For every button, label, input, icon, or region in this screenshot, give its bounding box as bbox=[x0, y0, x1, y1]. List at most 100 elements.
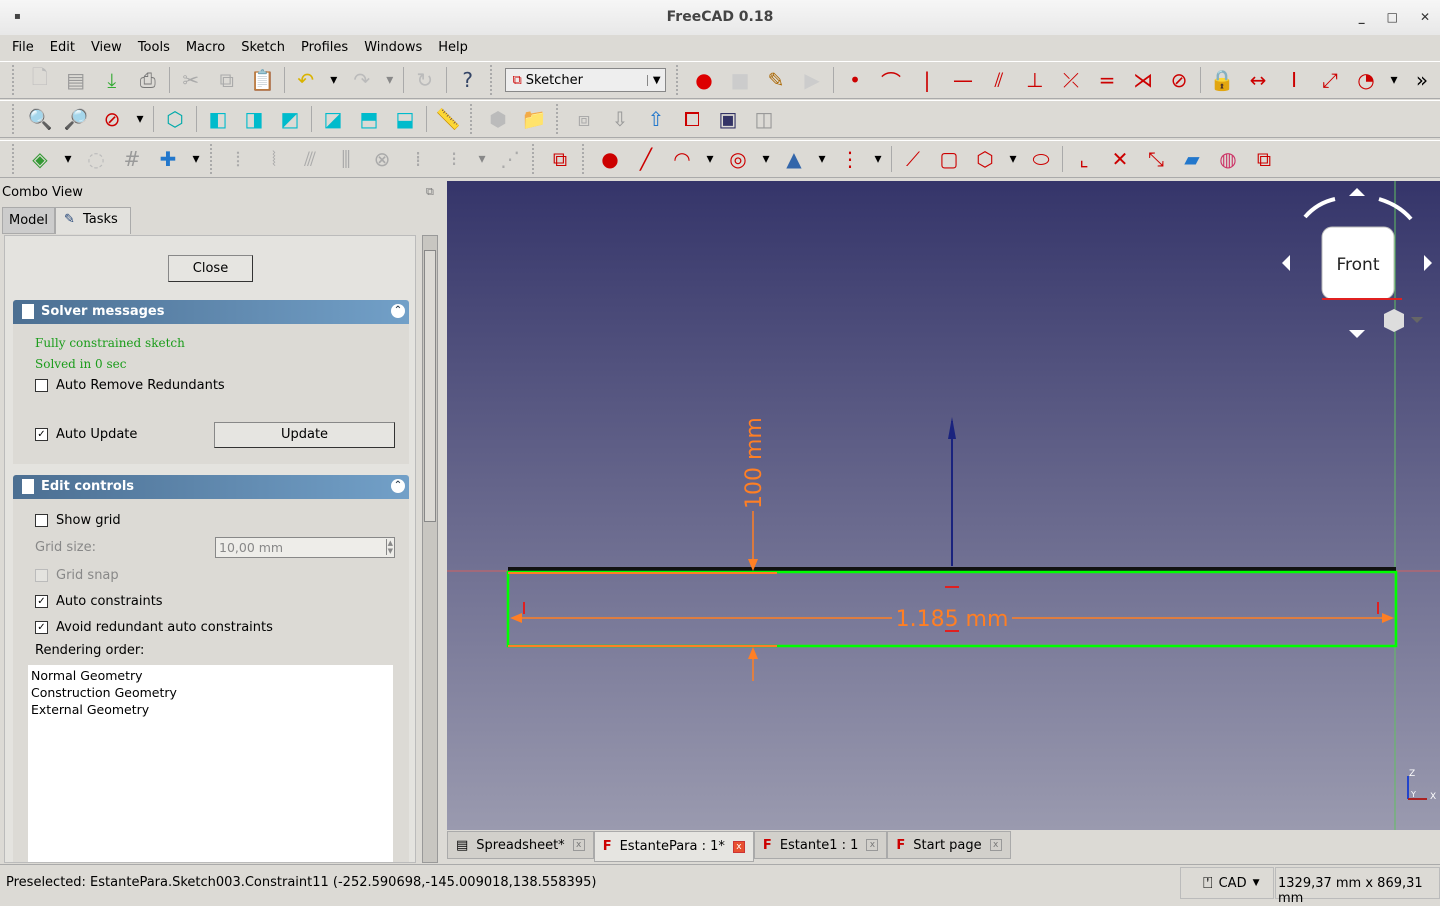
auto-remove-redundants-checkbox[interactable] bbox=[35, 379, 48, 392]
close-tab-icon[interactable]: x bbox=[989, 839, 1002, 851]
bspline-icon-3[interactable]: ⫻ bbox=[295, 144, 325, 174]
view-section-icon[interactable]: ⧠ bbox=[677, 104, 707, 134]
dropdown-icon[interactable]: ▾ bbox=[871, 144, 885, 174]
macro-stop-icon[interactable]: ■ bbox=[725, 65, 755, 95]
more-icon[interactable]: » bbox=[1407, 65, 1437, 95]
toolbar-handle[interactable] bbox=[489, 65, 496, 95]
toolbar-handle[interactable] bbox=[676, 65, 682, 95]
close-window-button[interactable]: ✕ bbox=[1420, 0, 1430, 34]
bspline-icon-7[interactable]: ⁝ bbox=[439, 144, 469, 174]
create-point-icon[interactable]: ● bbox=[595, 144, 625, 174]
grid-snap-checkbox[interactable] bbox=[35, 569, 48, 582]
create-arc-icon[interactable]: ◠ bbox=[667, 144, 697, 174]
toolbar-handle[interactable] bbox=[12, 144, 18, 174]
menu-profiles[interactable]: Profiles bbox=[293, 36, 356, 60]
3d-viewport[interactable]: 100 mm 1.185 mm Front Z Y X bbox=[447, 181, 1440, 830]
close-button[interactable]: Close bbox=[168, 255, 253, 282]
dropdown-icon[interactable]: ▾ bbox=[1387, 65, 1401, 95]
leave-sketch-icon[interactable]: ⇩ bbox=[605, 104, 635, 134]
dropdown-icon[interactable]: ▾ bbox=[133, 104, 147, 134]
create-bspline-icon[interactable]: ⋮ bbox=[835, 144, 865, 174]
list-item[interactable]: Normal Geometry bbox=[31, 667, 390, 684]
geometry-mode-icon[interactable]: ⧉ bbox=[545, 144, 575, 174]
paste-icon[interactable]: 📋 bbox=[248, 65, 278, 95]
close-tab-icon[interactable]: x bbox=[866, 839, 879, 851]
dropdown-icon[interactable]: ▾ bbox=[189, 144, 203, 174]
undo-icon[interactable]: ↶ bbox=[291, 65, 321, 95]
fit-all-icon[interactable]: 🔍 bbox=[25, 104, 55, 134]
save-icon[interactable]: ⤓ bbox=[97, 65, 127, 95]
constrain-symmetric-icon[interactable]: ⋊ bbox=[1128, 65, 1158, 95]
part-icon[interactable]: ⬢ bbox=[483, 104, 513, 134]
new-file-icon[interactable]: 🗋 bbox=[25, 65, 55, 95]
extend-icon[interactable]: ⤡ bbox=[1141, 144, 1171, 174]
bspline-icon-5[interactable]: ⊗ bbox=[367, 144, 397, 174]
menu-edit[interactable]: Edit bbox=[42, 36, 83, 60]
open-icon[interactable]: ▤ bbox=[61, 65, 91, 95]
show-grid-checkbox[interactable] bbox=[35, 514, 48, 527]
toolbar-handle[interactable] bbox=[556, 104, 562, 134]
spinner-icon[interactable]: ▲ ▼ bbox=[385, 539, 393, 555]
constrain-horizontal-distance-icon[interactable]: ↔ bbox=[1243, 65, 1273, 95]
macro-record-icon[interactable]: ● bbox=[689, 65, 719, 95]
constrain-lock-icon[interactable]: 🔒 bbox=[1207, 65, 1237, 95]
draw-style-icon[interactable]: ⊘ bbox=[97, 104, 127, 134]
constrain-radius-icon[interactable]: ◔ bbox=[1351, 65, 1381, 95]
minimize-button[interactable]: _ bbox=[1359, 0, 1365, 34]
view-right-icon[interactable]: ◩ bbox=[275, 104, 305, 134]
doc-tab-start-page[interactable]: F Start page x bbox=[887, 831, 1011, 859]
auto-constraints-checkbox[interactable]: ✓ bbox=[35, 595, 48, 608]
update-button[interactable]: Update bbox=[214, 422, 395, 448]
trim-icon[interactable]: ✕ bbox=[1105, 144, 1135, 174]
macro-edit-icon[interactable]: ✎ bbox=[761, 65, 791, 95]
menu-help[interactable]: Help bbox=[430, 36, 476, 60]
toolbar-handle[interactable] bbox=[12, 104, 18, 134]
carbon-copy-icon[interactable]: ◍ bbox=[1213, 144, 1243, 174]
menu-view[interactable]: View bbox=[83, 36, 130, 60]
constrain-equal-icon[interactable]: = bbox=[1092, 65, 1122, 95]
close-tab-icon[interactable]: x bbox=[732, 840, 745, 853]
dropdown-icon[interactable]: ▾ bbox=[703, 144, 717, 174]
menu-file[interactable]: File bbox=[4, 36, 42, 60]
create-conic-icon[interactable]: ▲ bbox=[779, 144, 809, 174]
avoid-redundant-checkbox[interactable]: ✓ bbox=[35, 621, 48, 634]
new-sketch-icon[interactable]: ⧈ bbox=[569, 104, 599, 134]
reorient-sketch-icon[interactable]: ◫ bbox=[749, 104, 779, 134]
print-icon[interactable]: ⎙ bbox=[133, 65, 163, 95]
toolbar-handle[interactable] bbox=[532, 144, 538, 174]
view-left-icon[interactable]: ⬓ bbox=[390, 104, 420, 134]
whats-this-icon[interactable]: ? bbox=[453, 65, 483, 95]
create-polyline-icon[interactable]: ⟋ bbox=[898, 144, 928, 174]
dropdown-icon[interactable]: ▾ bbox=[1006, 144, 1020, 174]
collapse-icon[interactable]: ⌃ bbox=[391, 304, 405, 318]
select-constraints-icon[interactable]: ✚ bbox=[153, 144, 183, 174]
external-geometry-icon[interactable]: ▰ bbox=[1177, 144, 1207, 174]
grid-icon[interactable]: # bbox=[117, 144, 147, 174]
constrain-tangent-icon[interactable]: ⌒ bbox=[876, 65, 906, 95]
tab-tasks[interactable]: ✎ Tasks bbox=[55, 207, 131, 234]
create-polygon-icon[interactable]: ⬡ bbox=[970, 144, 1000, 174]
measure-icon[interactable]: 📏 bbox=[433, 104, 463, 134]
toolbar-handle[interactable] bbox=[582, 144, 588, 174]
maximize-button[interactable]: □ bbox=[1387, 0, 1398, 34]
navigation-style-button[interactable]: ⍞ CAD ▼ bbox=[1180, 867, 1274, 899]
constrain-block-icon[interactable]: ⊘ bbox=[1164, 65, 1194, 95]
scrollbar-thumb[interactable] bbox=[424, 250, 436, 522]
constrain-vertical-icon[interactable]: | bbox=[912, 65, 942, 95]
dropdown-icon[interactable]: ▾ bbox=[475, 144, 489, 174]
cut-icon[interactable]: ✂ bbox=[176, 65, 206, 95]
bspline-icon-6[interactable]: ⁞ bbox=[403, 144, 433, 174]
create-line-icon[interactable]: ╱ bbox=[631, 144, 661, 174]
dropdown-icon[interactable]: ▾ bbox=[759, 144, 773, 174]
constrain-horizontal-icon[interactable]: — bbox=[948, 65, 978, 95]
menu-macro[interactable]: Macro bbox=[178, 36, 233, 60]
create-slot-icon[interactable]: ⬭ bbox=[1026, 144, 1056, 174]
grid-size-input[interactable]: 10,00 mm ▲ ▼ bbox=[215, 537, 395, 558]
dropdown-icon[interactable]: ▾ bbox=[383, 65, 397, 95]
menu-sketch[interactable]: Sketch bbox=[233, 36, 293, 60]
dropdown-icon[interactable]: ▾ bbox=[327, 65, 341, 95]
construction-mode-icon[interactable]: ⧉ bbox=[1249, 144, 1279, 174]
dropdown-icon[interactable]: ▾ bbox=[815, 144, 829, 174]
fit-selection-icon[interactable]: 🔎 bbox=[61, 104, 91, 134]
create-circle-icon[interactable]: ◎ bbox=[723, 144, 753, 174]
